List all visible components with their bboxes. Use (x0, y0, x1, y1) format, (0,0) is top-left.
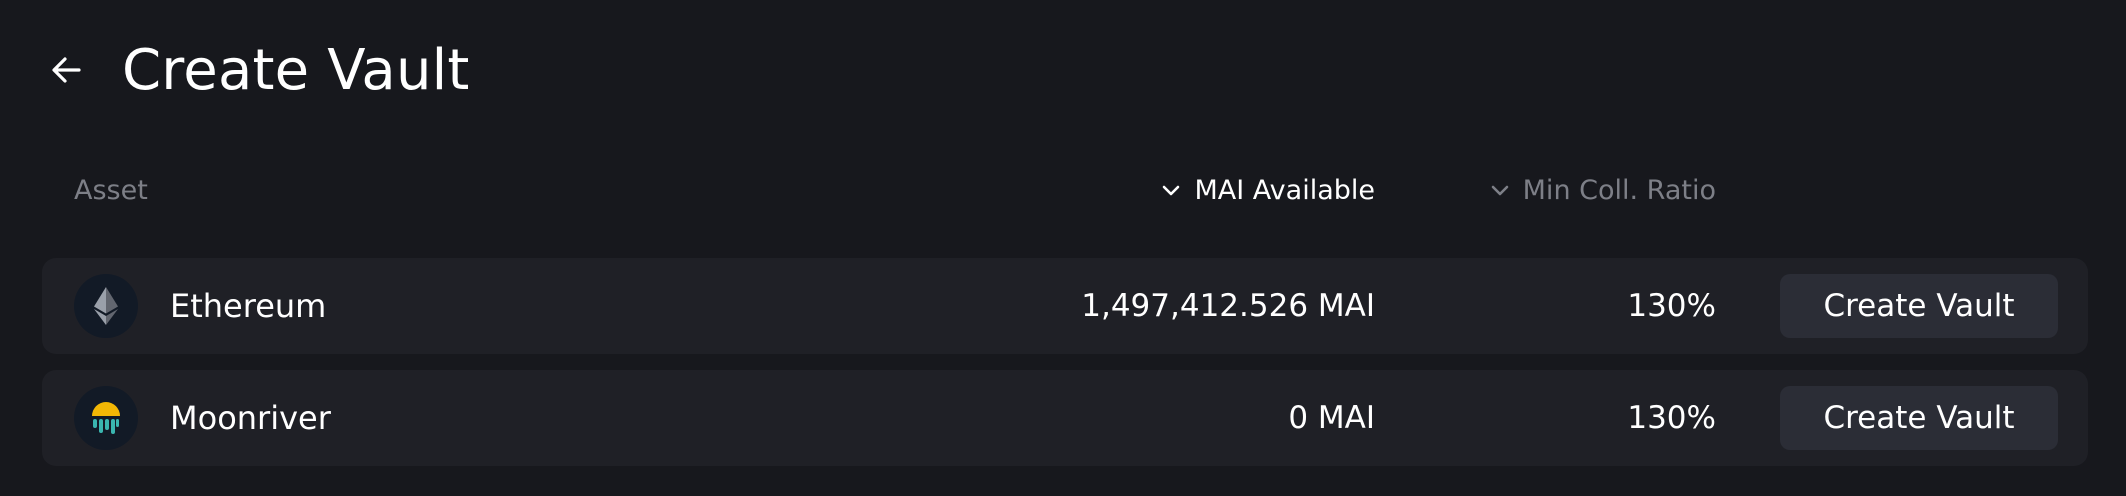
page-header: Create Vault (44, 30, 470, 110)
asset-name: Moonriver (170, 399, 331, 437)
column-label-mai-available: MAI Available (1194, 174, 1375, 206)
table-row: Ethereum 1,497,412.526 MAI 130% Create V… (42, 258, 2088, 354)
mai-available-value: 1,497,412.526 MAI (1081, 288, 1375, 324)
column-header-asset: Asset (74, 170, 148, 210)
moonriver-icon (74, 386, 138, 450)
column-header-min-coll-ratio[interactable]: Min Coll. Ratio (1489, 170, 1716, 210)
column-label-asset: Asset (74, 174, 148, 206)
create-vault-page: Create Vault Asset MAI Available Min Col… (0, 0, 2126, 496)
mai-available-value: 0 MAI (1288, 400, 1375, 436)
create-vault-button[interactable]: Create Vault (1780, 386, 2058, 450)
back-button[interactable] (44, 47, 90, 93)
page-title: Create Vault (122, 37, 470, 103)
column-header-mai-available[interactable]: MAI Available (1160, 170, 1375, 210)
table-row: Moonriver 0 MAI 130% Create Vault (42, 370, 2088, 466)
chevron-down-icon (1491, 185, 1508, 196)
arrow-left-icon (52, 57, 81, 83)
ethereum-icon (74, 274, 138, 338)
min-coll-ratio-value: 130% (1627, 288, 1716, 324)
asset-name: Ethereum (170, 287, 327, 325)
min-coll-ratio-value: 130% (1627, 400, 1716, 436)
chevron-down-icon (1163, 185, 1180, 196)
create-vault-button[interactable]: Create Vault (1780, 274, 2058, 338)
column-label-min-coll-ratio: Min Coll. Ratio (1522, 174, 1716, 206)
